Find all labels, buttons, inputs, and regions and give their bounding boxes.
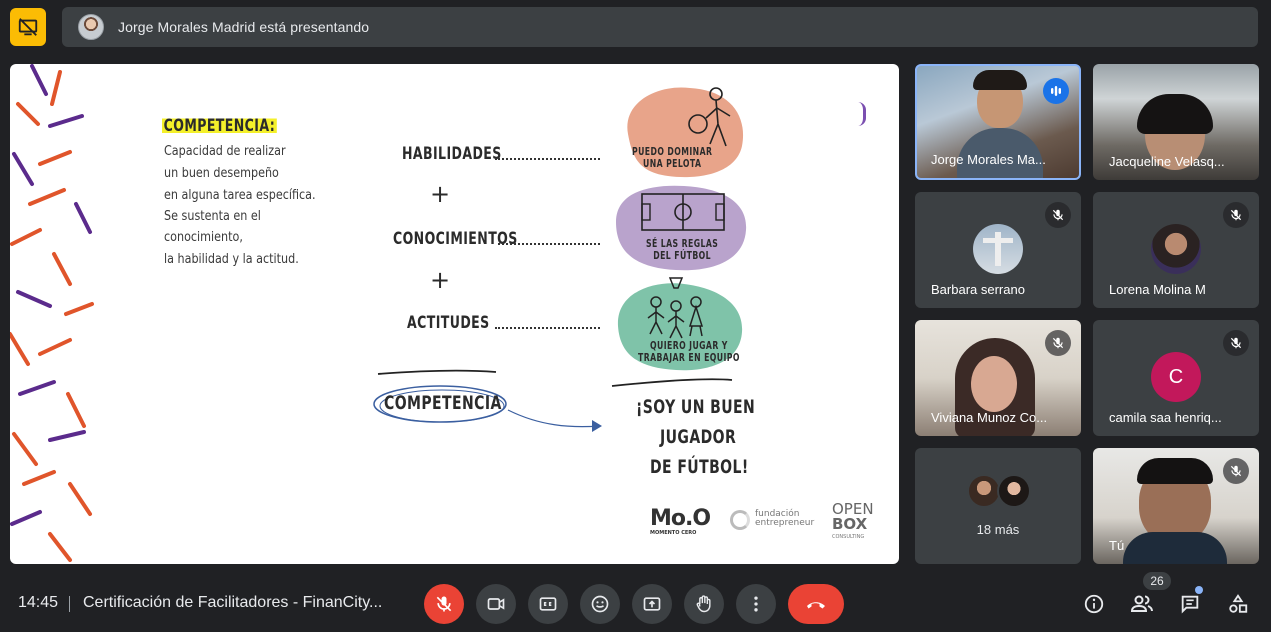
more-count: 18 más	[976, 522, 1020, 537]
avatar	[973, 224, 1023, 274]
presenting-text: Jorge Morales Madrid está presentando	[118, 19, 370, 35]
avatar	[967, 474, 1001, 508]
definition-line: Se sustenta en el	[164, 209, 261, 224]
row-habilidades: HABILIDADES	[402, 144, 502, 164]
hand-icon	[696, 595, 711, 613]
mic-off-icon	[1045, 202, 1071, 228]
participant-name: Jorge Morales Ma...	[931, 152, 1046, 167]
present-button[interactable]	[632, 584, 672, 624]
participant-tile[interactable]: Jacqueline Velasq...	[1093, 64, 1259, 180]
plus-sign: +	[430, 180, 451, 208]
audio-bars-icon	[1051, 86, 1061, 96]
meet-window: Jorge Morales Madrid está presentando CO…	[0, 0, 1271, 632]
presenting-banner: Jorge Morales Madrid está presentando	[62, 7, 1258, 47]
call-end-icon	[807, 602, 825, 609]
participant-name: Viviana Munoz Co...	[931, 410, 1048, 425]
camera-button[interactable]	[476, 584, 516, 624]
corner-logo-mark	[858, 102, 866, 126]
more-vert-icon	[754, 596, 758, 612]
emoji-icon	[591, 595, 609, 613]
participant-name: camila saa henriq...	[1109, 410, 1222, 425]
definition-line: conocimiento,	[164, 230, 243, 245]
slide-title: COMPETENCIA:	[162, 116, 277, 136]
dotted-leader	[498, 243, 600, 245]
more-participants-tile[interactable]: 18 más	[915, 448, 1081, 564]
captions-icon	[539, 597, 557, 611]
participant-name: Barbara serrano	[931, 282, 1025, 297]
avatar	[997, 474, 1031, 508]
circled-competencia: COMPETENCIA	[384, 392, 502, 414]
avatar	[1151, 224, 1201, 274]
definition-line: Capacidad de realizar	[164, 144, 286, 159]
present-off-icon	[18, 18, 38, 36]
captions-button[interactable]	[528, 584, 568, 624]
people-icon	[1130, 595, 1153, 612]
result-line: JUGADOR	[660, 426, 737, 448]
participant-name: Tú	[1109, 538, 1125, 553]
people-button[interactable]	[1126, 588, 1158, 620]
chat-icon	[1181, 595, 1199, 614]
meeting-title: Certificación de Facilitadores - FinanCi…	[83, 594, 383, 611]
more-options-button[interactable]	[736, 584, 776, 624]
participant-tile[interactable]: Barbara serrano	[915, 192, 1081, 308]
info-icon	[1084, 594, 1104, 614]
mic-off-icon	[1223, 330, 1249, 356]
presenter-avatar	[78, 14, 104, 40]
reactions-button[interactable]	[580, 584, 620, 624]
openbox-logo: OPEN BOX	[832, 500, 874, 533]
shared-screen: COMPETENCIA: Capacidad de realizar un bu…	[10, 64, 899, 564]
mic-off-icon	[1223, 458, 1249, 484]
decorative-stripes	[10, 64, 94, 562]
participant-name: Jacqueline Velasq...	[1109, 154, 1225, 169]
participant-tile[interactable]: C camila saa henriq...	[1093, 320, 1259, 436]
openbox-logo-sub: CONSULTING	[832, 534, 865, 540]
camera-icon	[487, 598, 505, 610]
fundacion-logo-mark	[730, 510, 750, 530]
participant-name: Lorena Molina M	[1109, 282, 1206, 297]
dotted-leader	[495, 327, 600, 329]
microphone-button[interactable]	[424, 584, 464, 624]
dotted-leader	[495, 158, 600, 160]
definition-line: un buen desempeño	[164, 166, 279, 181]
result-line: DE FÚTBOL!	[650, 456, 749, 478]
plus-sign: +	[430, 266, 451, 294]
moo-logo-sub: MOMENTO CERO	[650, 530, 697, 536]
bubble-caption: PUEDO DOMINAR UNA PELOTA	[632, 146, 713, 170]
meeting-details-button[interactable]	[1078, 588, 1110, 620]
speaking-indicator	[1043, 78, 1069, 104]
stop-presenting-button[interactable]	[10, 8, 46, 46]
unread-indicator	[1195, 586, 1203, 594]
activities-icon	[1229, 594, 1248, 613]
bubble-caption: SÉ LAS REGLAS DEL FÚTBOL	[646, 238, 719, 262]
clock: 14:45	[18, 594, 59, 611]
fundacion-logo: fundación entrepreneur	[755, 509, 815, 528]
participant-tile[interactable]: Jorge Morales Ma...	[915, 64, 1081, 180]
mic-off-icon	[1223, 202, 1249, 228]
activities-button[interactable]	[1222, 588, 1254, 620]
leave-call-button[interactable]	[788, 584, 844, 624]
mic-off-icon	[1045, 330, 1071, 356]
avatar: C	[1151, 352, 1201, 402]
mic-off-icon	[436, 596, 452, 612]
present-icon	[643, 597, 661, 611]
participant-tile[interactable]: Viviana Munoz Co...	[915, 320, 1081, 436]
row-actitudes: ACTITUDES	[407, 313, 490, 333]
bubble-caption: QUIERO JUGAR Y TRABAJAR EN EQUIPO	[638, 340, 740, 364]
raise-hand-button[interactable]	[684, 584, 724, 624]
self-tile[interactable]: Tú	[1093, 448, 1259, 564]
participant-tile[interactable]: Lorena Molina M	[1093, 192, 1259, 308]
definition-line: en alguna tarea específica.	[164, 188, 316, 203]
result-line: ¡SOY UN BUEN	[636, 396, 756, 418]
moo-logo: Mo.O	[650, 506, 711, 531]
divider	[69, 596, 70, 612]
row-conocimientos: CONOCIMIENTOS	[393, 229, 518, 249]
definition-line: la habilidad y la actitud.	[164, 252, 299, 267]
